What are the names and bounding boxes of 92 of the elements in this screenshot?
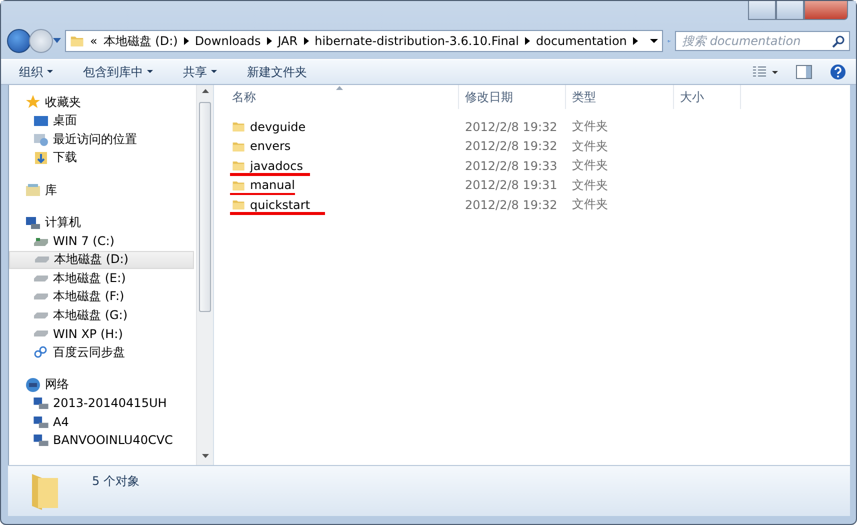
file-type: 文件夹 [571,196,609,214]
drive-icon [33,330,49,338]
scroll-down-icon[interactable] [202,454,208,460]
file-item[interactable]: manual [226,178,459,192]
folder-icon [232,120,245,134]
nav-item[interactable]: 百度云同步盘 [9,343,194,362]
search-field[interactable]: 搜索 documentation [675,31,850,51]
file-item[interactable]: envers [226,139,459,154]
file-item[interactable]: devguide [226,120,459,134]
breadcrumb[interactable]: 本地磁盘 (D:) [103,32,178,50]
caret-icon [147,70,153,74]
star-icon [25,94,41,110]
breadcrumb[interactable]: Downloads [194,34,261,48]
globe-icon [25,376,41,393]
chevron-icon[interactable] [525,37,530,45]
file-type: 文件夹 [571,176,609,194]
toolbar-button[interactable]: 新建文件夹 [243,62,311,82]
annotation-underline [230,192,295,196]
library-icon [25,182,41,198]
download-folder-icon [33,150,49,166]
modified-date: 2012/2/8 19:32 [464,139,558,154]
toolbar-button[interactable]: 组织 [15,62,57,82]
scroll-up-icon[interactable] [202,89,208,94]
chevron-icon[interactable] [304,37,309,45]
nav-item[interactable]: 网络 [9,376,194,394]
network-computer-icon [33,434,49,446]
dropdown-icon[interactable] [650,38,658,44]
nav-item[interactable]: 计算机 [9,214,194,232]
network-computer-icon [33,397,49,410]
history-dropdown-icon[interactable] [53,38,61,44]
nav-item[interactable]: 本地磁盘 (F:) [9,288,194,306]
scrollbar[interactable] [196,85,213,466]
item-count: 5 个对象 [92,473,140,490]
nav-item[interactable]: 2013-20140415UH [9,394,194,412]
column-header[interactable]: 大小 [674,85,741,109]
toolbar-button[interactable]: 共享 [179,62,221,82]
nav-item[interactable]: WIN XP (H:) [9,324,194,343]
file-type: 文件夹 [571,118,609,136]
maximize-button[interactable] [776,1,804,20]
computer-icon [25,214,41,231]
nav-item[interactable]: 本地磁盘 (G:) [9,306,194,324]
breadcrumb[interactable]: documentation [536,34,627,48]
view-options-icon[interactable] [752,66,778,78]
nav-item[interactable]: 本地磁盘 (E:) [9,269,194,288]
nav-item[interactable]: 库 [9,181,194,200]
nav-item[interactable]: 收藏夹 [9,93,194,112]
column-header[interactable]: 类型 [566,85,674,109]
file-type: 文件夹 [571,138,609,155]
file-item[interactable]: quickstart [226,198,459,212]
address-overflow[interactable]: « [90,34,98,48]
toolbar-button[interactable]: 包含到库中 [79,62,157,82]
nav-item[interactable]: WIN 7 (C:) [9,232,194,250]
minimize-button[interactable] [748,1,776,20]
modified-date: 2012/2/8 19:32 [464,120,558,134]
preview-pane-icon[interactable] [796,65,812,79]
address-bar[interactable]: « 本地磁盘 (D:) Downloads JAR hibernate-distribution-3.6.10.Final documentation [65,30,663,52]
drive-icon [34,256,50,264]
nav-item[interactable]: 下载 [9,148,194,167]
file-item[interactable]: javadocs [226,158,459,173]
drive-icon [33,274,49,282]
column-header[interactable]: 修改日期 [459,85,566,109]
breadcrumb[interactable]: hibernate-distribution-3.6.10.Final [314,34,519,48]
chevron-icon[interactable] [266,37,272,45]
breadcrumb[interactable]: JAR [278,34,298,48]
folder-icon [232,198,245,212]
nav-item[interactable]: 本地磁盘 (D:) [9,250,194,269]
drive-icon [33,293,49,300]
help-icon[interactable] [830,64,846,80]
modified-date: 2012/2/8 19:33 [464,158,558,173]
folder-icon [232,140,245,153]
chevron-icon[interactable] [184,37,189,45]
file-type: 文件夹 [571,157,609,174]
caret-icon [47,70,53,74]
modified-date: 2012/2/8 19:32 [464,198,558,212]
nav-item[interactable]: A4 [9,412,194,431]
sort-arrow-icon [336,86,343,90]
nav-item[interactable]: 桌面 [9,112,194,130]
chevron-icon[interactable] [632,37,638,45]
folder-icon [232,159,245,172]
folder-icon [232,178,245,192]
nav-item[interactable]: 最近访问的位置 [9,130,194,148]
modified-date: 2012/2/8 19:31 [464,178,558,192]
scrollbar-thumb[interactable] [199,102,211,312]
cloud-sync-icon [33,344,49,360]
search-icon [832,34,845,48]
back-button[interactable] [7,29,31,53]
caret-icon [211,70,217,74]
network-computer-icon [33,416,49,428]
nav-item[interactable]: BANVOOINLU40CVC [9,431,194,450]
folder-icon [70,34,84,48]
drive-icon [33,312,49,319]
recent-places-icon [33,131,49,148]
